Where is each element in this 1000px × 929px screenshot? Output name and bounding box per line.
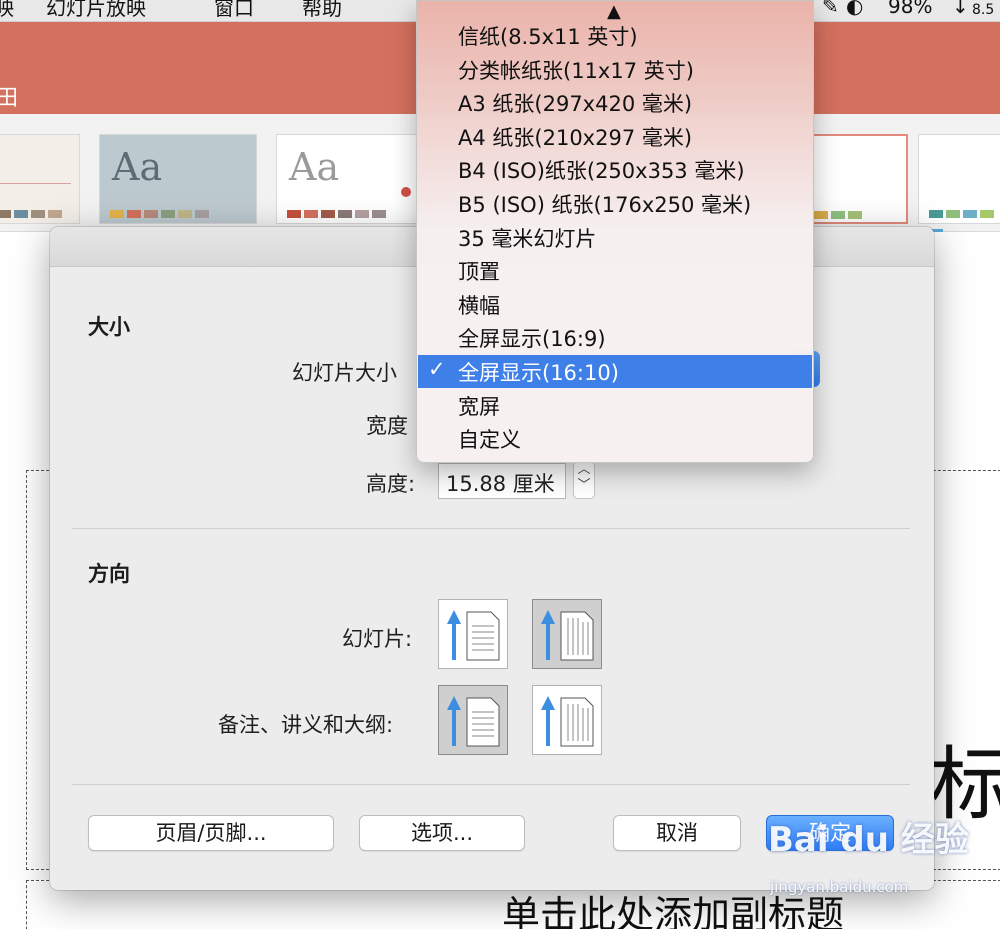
landscape-arrow-icon (541, 610, 594, 661)
notes-landscape-button[interactable] (532, 685, 602, 755)
cancel-button[interactable]: 取消 (613, 815, 741, 851)
slide-size-menu: ▲ 信纸(8.5x11 英寸) 分类帐纸张(11x17 英寸) A3 纸张(297x… (416, 0, 814, 463)
stepper-down-icon[interactable]: ﹀ (574, 478, 594, 494)
divider (72, 528, 910, 529)
ribbon-tab-fragment[interactable]: 田 (0, 80, 18, 112)
menu-item[interactable]: 自定义 (418, 422, 812, 455)
menubar-item-slideshow-fragment[interactable]: 映 (0, 0, 14, 21)
header-footer-button[interactable]: 页眉/页脚... (88, 815, 334, 851)
theme-preview-text: Aa (289, 145, 340, 189)
menu-item[interactable]: 横幅 (418, 288, 812, 321)
height-stepper[interactable]: ︿ ﹀ (573, 461, 595, 499)
power-icon[interactable]: ◐ (846, 0, 863, 18)
portrait-arrow-icon (447, 696, 500, 747)
theme-thumbnail[interactable]: Aa (99, 134, 257, 224)
menu-item[interactable]: 顶置 (418, 254, 812, 287)
stepper-up-icon[interactable]: ︿ (574, 462, 594, 478)
watermark-url: jingyan.baidu.com (770, 878, 909, 896)
divider (72, 784, 910, 785)
menu-item[interactable]: ✓ 全屏显示(16:10) (418, 355, 812, 388)
slides-orientation-label: 幻灯片: (342, 627, 413, 651)
menu-item-label: 全屏显示(16:9) (458, 327, 606, 352)
menu-item-label: B4 (ISO)纸张(250x353 毫米) (458, 159, 745, 184)
slides-landscape-button[interactable] (532, 599, 602, 669)
menu-item[interactable]: 35 毫米幻灯片 (418, 221, 812, 254)
menu-item[interactable]: B4 (ISO)纸张(250x353 毫米) (418, 153, 812, 186)
menu-item-label: 顶置 (458, 260, 500, 285)
checkmark-icon: ✓ (428, 357, 446, 381)
baidu-watermark: Bai du 经验 jingyan.baidu.com (768, 812, 969, 912)
menu-item-label: 分类帐纸张(11x17 英寸) (458, 58, 694, 83)
portrait-arrow-icon (447, 610, 500, 661)
width-label: 宽度 (366, 414, 408, 438)
menu-item[interactable]: 全屏显示(16:9) (418, 321, 812, 354)
menubar-item-help[interactable]: 帮助 (302, 0, 342, 21)
size-section-title: 大小 (88, 315, 130, 339)
landscape-arrow-icon (541, 696, 594, 747)
theme-thumbnail-selected[interactable] (812, 134, 908, 224)
theme-thumbnail[interactable]: Aa (276, 134, 426, 224)
height-label: 高度: (366, 472, 416, 496)
menu-item[interactable]: 信纸(8.5x11 英寸) (418, 19, 812, 52)
orientation-section-title: 方向 (88, 562, 130, 586)
download-icon[interactable]: ↓ (952, 0, 969, 18)
menu-item-label: 35 毫米幻灯片 (458, 226, 597, 251)
menu-item[interactable]: A4 纸张(210x297 毫米) (418, 120, 812, 153)
menu-item[interactable]: B5 (ISO) 纸张(176x250 毫米) (418, 187, 812, 220)
clock-fragment: 8.5 (972, 2, 995, 18)
menu-item[interactable]: A3 纸张(297x420 毫米) (418, 86, 812, 119)
menu-item[interactable]: 分类帐纸张(11x17 英寸) (418, 53, 812, 86)
height-input[interactable]: 15.88 厘米 (438, 463, 566, 499)
watermark-brand: Bai du 经验 (768, 820, 969, 860)
menu-item-label: 宽屏 (458, 394, 500, 419)
notes-portrait-button[interactable] (438, 685, 508, 755)
menu-item-label: 信纸(8.5x11 英寸) (458, 25, 638, 49)
menu-item-label: 横幅 (458, 293, 500, 318)
pen-icon[interactable]: ✎ (822, 0, 839, 18)
menubar-item-window[interactable]: 窗口 (214, 0, 254, 21)
notes-orientation-label: 备注、讲义和大纲: (218, 713, 394, 737)
menubar-item-slideshow[interactable]: 幻灯片放映 (46, 0, 146, 21)
menu-item-label: 全屏显示(16:10) (458, 361, 619, 385)
options-button[interactable]: 选项... (359, 815, 525, 851)
battery-percent: 98% (888, 0, 933, 18)
theme-preview-text: Aa (112, 145, 163, 189)
theme-thumbnail[interactable] (918, 134, 1000, 237)
menu-item-label: 自定义 (458, 428, 521, 453)
menu-item[interactable]: 宽屏 (418, 389, 812, 422)
menu-item-label: A3 纸张(297x420 毫米) (458, 92, 693, 117)
menu-item-label: A4 纸张(210x297 毫米) (458, 125, 693, 150)
menu-item-label: B5 (ISO) 纸张(176x250 毫米) (458, 193, 752, 217)
slides-portrait-button[interactable] (438, 599, 508, 669)
theme-thumbnail[interactable] (0, 134, 80, 224)
slide-size-label: 幻灯片大小 (292, 361, 397, 385)
